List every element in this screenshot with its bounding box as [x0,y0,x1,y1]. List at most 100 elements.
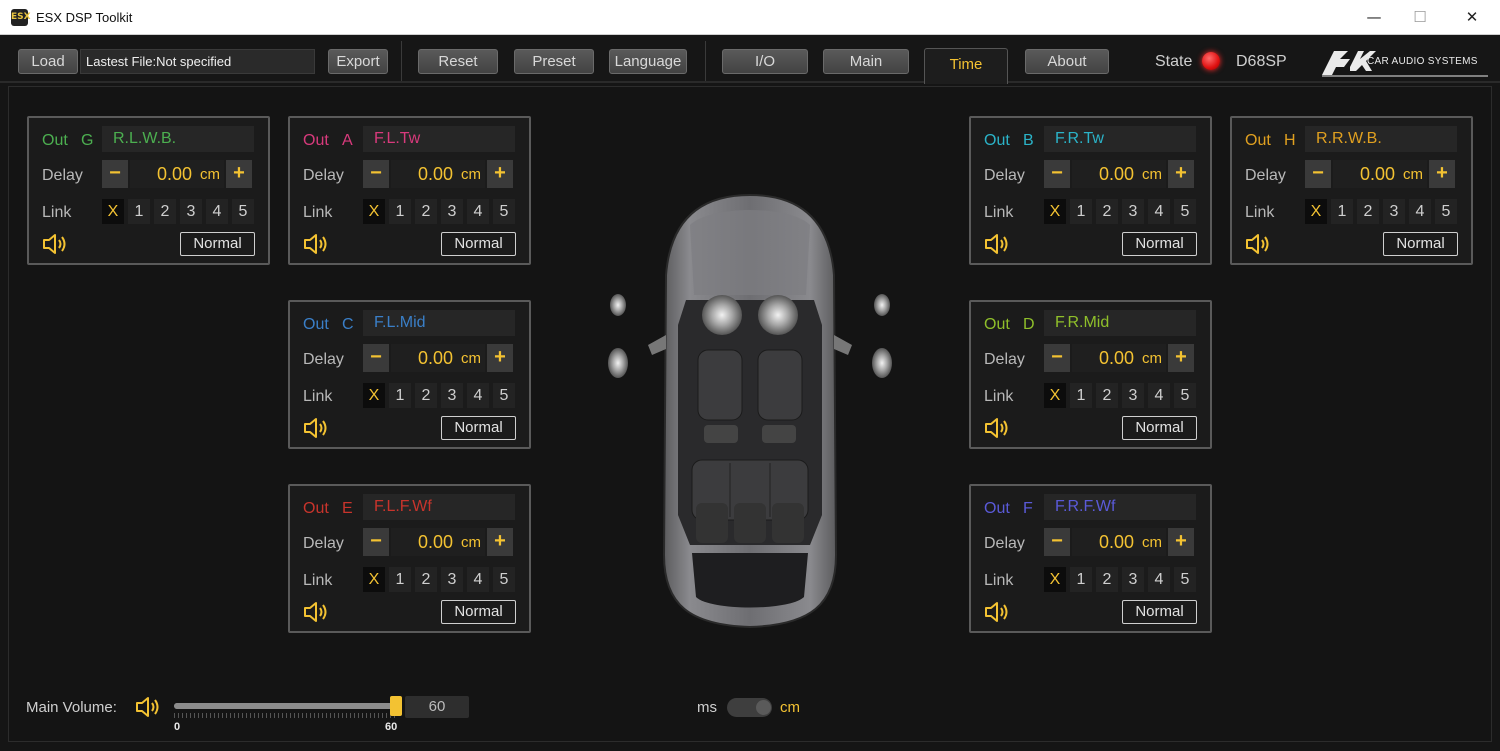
channel-name-field[interactable]: F.R.Tw [1044,126,1196,152]
unit-toggle-switch[interactable] [727,698,772,717]
speaker-icon[interactable] [302,416,330,440]
link-option-3[interactable]: 3 [1122,383,1144,408]
link-option-1[interactable]: 1 [1331,199,1353,224]
delay-decrease-button[interactable]: − [363,528,389,556]
link-option-2[interactable]: 2 [415,383,437,408]
link-option-4[interactable]: 4 [1409,199,1431,224]
link-option-3[interactable]: 3 [180,199,202,224]
link-option-1[interactable]: 1 [128,199,150,224]
link-option-none[interactable]: X [1044,199,1066,224]
speaker-icon[interactable] [983,232,1011,256]
link-option-2[interactable]: 2 [415,567,437,592]
link-option-none[interactable]: X [1044,567,1066,592]
load-button[interactable]: Load [18,49,78,74]
delay-increase-button[interactable]: + [1168,344,1194,372]
delay-value-field[interactable]: 0.00 cm [130,160,224,188]
link-option-5[interactable]: 5 [493,199,515,224]
link-option-none[interactable]: X [363,199,385,224]
tab-time[interactable]: Time [924,48,1008,84]
link-option-4[interactable]: 4 [1148,567,1170,592]
reset-button[interactable]: Reset [418,49,498,74]
link-option-1[interactable]: 1 [1070,199,1092,224]
speaker-icon[interactable] [41,232,69,256]
channel-name-field[interactable]: F.L.Tw [363,126,515,152]
delay-value-field[interactable]: 0.00 cm [1072,160,1166,188]
delay-increase-button[interactable]: + [1168,528,1194,556]
delay-value-field[interactable]: 0.00 cm [391,160,485,188]
delay-decrease-button[interactable]: − [1044,344,1070,372]
delay-increase-button[interactable]: + [487,528,513,556]
link-option-2[interactable]: 2 [1096,199,1118,224]
delay-increase-button[interactable]: + [487,344,513,372]
link-option-5[interactable]: 5 [493,383,515,408]
channel-name-field[interactable]: R.R.W.B. [1305,126,1457,152]
speaker-icon[interactable] [983,600,1011,624]
delay-increase-button[interactable]: + [487,160,513,188]
delay-decrease-button[interactable]: − [102,160,128,188]
link-option-none[interactable]: X [1044,383,1066,408]
delay-decrease-button[interactable]: − [1305,160,1331,188]
link-option-1[interactable]: 1 [389,199,411,224]
close-button[interactable]: ✕ [1449,0,1495,34]
link-option-4[interactable]: 4 [1148,199,1170,224]
main-volume-speaker-icon[interactable] [134,695,162,719]
main-volume-slider-thumb[interactable] [390,696,402,716]
main-volume-value[interactable]: 60 [405,696,469,718]
export-button[interactable]: Export [328,49,388,74]
phase-mode-button[interactable]: Normal [441,232,516,256]
link-option-3[interactable]: 3 [1122,199,1144,224]
link-option-2[interactable]: 2 [154,199,176,224]
link-option-none[interactable]: X [363,567,385,592]
phase-mode-button[interactable]: Normal [1383,232,1458,256]
delay-value-field[interactable]: 0.00 cm [391,344,485,372]
link-option-3[interactable]: 3 [441,567,463,592]
delay-increase-button[interactable]: + [226,160,252,188]
maximize-button[interactable]: ☐ [1397,0,1443,34]
delay-decrease-button[interactable]: − [1044,160,1070,188]
link-option-3[interactable]: 3 [441,383,463,408]
language-button[interactable]: Language [609,49,687,74]
link-option-5[interactable]: 5 [1174,383,1196,408]
link-option-4[interactable]: 4 [467,199,489,224]
link-option-2[interactable]: 2 [1096,567,1118,592]
delay-value-field[interactable]: 0.00 cm [1072,344,1166,372]
link-option-1[interactable]: 1 [1070,567,1092,592]
speaker-icon[interactable] [983,416,1011,440]
link-option-none[interactable]: X [1305,199,1327,224]
delay-value-field[interactable]: 0.00 cm [1333,160,1427,188]
preset-button[interactable]: Preset [514,49,594,74]
link-option-3[interactable]: 3 [441,199,463,224]
link-option-1[interactable]: 1 [389,567,411,592]
link-option-1[interactable]: 1 [1070,383,1092,408]
phase-mode-button[interactable]: Normal [441,416,516,440]
link-option-2[interactable]: 2 [1357,199,1379,224]
link-option-2[interactable]: 2 [1096,383,1118,408]
tab-main[interactable]: Main [823,49,909,74]
link-option-4[interactable]: 4 [1148,383,1170,408]
link-option-4[interactable]: 4 [206,199,228,224]
delay-increase-button[interactable]: + [1168,160,1194,188]
link-option-4[interactable]: 4 [467,567,489,592]
delay-value-field[interactable]: 0.00 cm [391,528,485,556]
link-option-1[interactable]: 1 [389,383,411,408]
channel-name-field[interactable]: F.R.F.Wf [1044,494,1196,520]
link-option-5[interactable]: 5 [493,567,515,592]
speaker-icon[interactable] [302,232,330,256]
delay-increase-button[interactable]: + [1429,160,1455,188]
phase-mode-button[interactable]: Normal [1122,600,1197,624]
channel-name-field[interactable]: F.L.F.Wf [363,494,515,520]
link-option-4[interactable]: 4 [467,383,489,408]
delay-decrease-button[interactable]: − [363,160,389,188]
speaker-icon[interactable] [1244,232,1272,256]
channel-name-field[interactable]: F.L.Mid [363,310,515,336]
tab-io[interactable]: I/O [722,49,808,74]
channel-name-field[interactable]: R.L.W.B. [102,126,254,152]
tab-about[interactable]: About [1025,49,1109,74]
link-option-5[interactable]: 5 [1435,199,1457,224]
link-option-3[interactable]: 3 [1122,567,1144,592]
link-option-5[interactable]: 5 [1174,199,1196,224]
link-option-5[interactable]: 5 [1174,567,1196,592]
link-option-none[interactable]: X [102,199,124,224]
main-volume-slider[interactable] [174,703,396,709]
phase-mode-button[interactable]: Normal [1122,232,1197,256]
